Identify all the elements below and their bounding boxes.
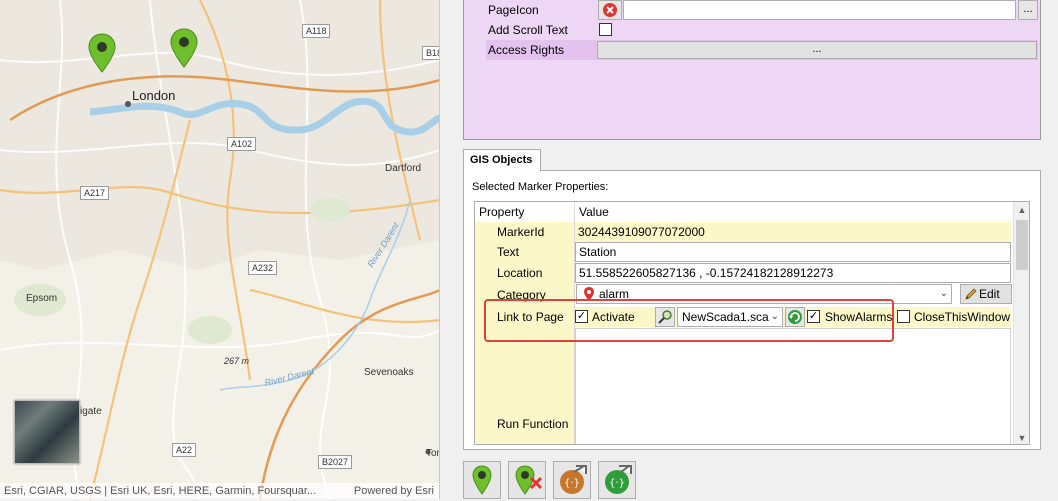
road-label-b18: B18 (422, 46, 439, 60)
category-value: alarm (599, 287, 630, 301)
export-script-icon: {·} (560, 465, 587, 494)
tab-gis-objects[interactable]: GIS Objects (463, 149, 541, 171)
link-to-page-label: Link to Page (497, 310, 564, 324)
road-label-a118: A118 (302, 24, 331, 38)
delete-marker-icon (515, 465, 543, 495)
add-marker-button[interactable] (463, 461, 501, 499)
edit-category-button[interactable]: Edit (960, 284, 1012, 304)
refresh-page-button[interactable] (785, 307, 805, 327)
scroll-up-icon[interactable]: ▲ (1014, 202, 1029, 218)
map-attribution: Esri, CGIAR, USGS | Esri UK, Esri, HERE,… (0, 483, 439, 499)
chevron-down-icon: ⌄ (770, 311, 779, 322)
access-rights-label: Access Rights (486, 40, 596, 60)
road-label-a217: A217 (80, 186, 110, 200)
header-property: Property (479, 205, 525, 219)
access-rights-button[interactable]: ... (597, 41, 1037, 59)
import-script-button[interactable]: {·} (598, 461, 636, 499)
category-label: Category (497, 288, 546, 302)
location-label: Location (497, 266, 543, 280)
text-field[interactable]: Station (575, 242, 1011, 262)
import-script-icon: {·} (605, 465, 632, 494)
road-label-a102: A102 (227, 137, 257, 151)
place-tonbridge: Ton (426, 448, 439, 459)
marker-id-label: MarkerId (497, 225, 545, 239)
find-page-button[interactable] (655, 307, 675, 327)
road-label-a232: A232 (248, 261, 278, 275)
road-label-b2027: B2027 (318, 455, 353, 469)
row-add-scroll-text: Add Scroll Text (486, 20, 1038, 40)
export-script-button[interactable]: {·} (553, 461, 591, 499)
activate-checkbox[interactable]: ✓ (575, 310, 588, 323)
place-sevenoaks: Sevenoaks (364, 367, 414, 378)
attribution-text: Esri, CGIAR, USGS | Esri UK, Esri, HERE,… (4, 485, 317, 497)
add-marker-icon (472, 465, 492, 495)
close-window-label: CloseThisWindow (914, 310, 1011, 324)
place-dartford: Dartford (385, 163, 422, 174)
browse-page-icon-button[interactable]: ... (1018, 0, 1038, 20)
link-to-page-row: ✓ Activate NewScada1.sca ⌄ ✓ ShowAlarms … (575, 307, 1011, 327)
page-select-value: NewScada1.sca (682, 310, 769, 324)
page-select[interactable]: NewScada1.sca ⌄ (677, 307, 783, 327)
header-value: Value (579, 205, 609, 219)
powered-by-esri: Powered by Esri (353, 485, 434, 497)
map-marker-icon[interactable] (88, 33, 116, 73)
basemap-switcher[interactable] (14, 400, 80, 464)
page-icon-label: PageIcon (488, 3, 539, 17)
section-title: Selected Marker Properties: (472, 181, 609, 193)
run-function-editor[interactable] (575, 328, 1011, 444)
scroll-down-icon[interactable]: ▼ (1014, 430, 1029, 444)
clear-page-icon-button[interactable] (598, 0, 622, 20)
clear-icon (603, 3, 617, 17)
svg-text:{·}: {·} (564, 478, 580, 489)
row-access-rights: Access Rights ... (486, 40, 1038, 60)
place-london: London (132, 88, 176, 103)
marker-property-grid: Property Value MarkerId 3024439109077072… (474, 201, 1030, 445)
grid-margin (475, 222, 489, 444)
row-page-icon: PageIcon ... (486, 0, 1038, 20)
location-field[interactable]: 51.558522605827136 , -0.1572418212891227… (575, 263, 1011, 283)
refresh-icon (788, 310, 802, 324)
map-view[interactable]: A118 B18 A102 A217 A232 A22 B2027 London… (0, 0, 440, 499)
pencil-icon (965, 288, 977, 300)
search-icon (658, 310, 672, 324)
chevron-down-icon: ⌄ (939, 288, 948, 299)
add-scroll-text-checkbox[interactable] (599, 23, 612, 36)
page-properties-panel: PageIcon ... Add Scroll Text Access Righ… (463, 0, 1041, 140)
road-label-a22: A22 (172, 443, 197, 457)
edit-label: Edit (979, 287, 1000, 301)
category-select[interactable]: alarm ⌄ (576, 284, 952, 304)
text-label: Text (497, 245, 520, 259)
activate-label: Activate (592, 310, 635, 324)
spot-height: 267 m (224, 356, 250, 366)
show-alarms-checkbox[interactable]: ✓ (807, 310, 820, 323)
place-reigate: igate (80, 406, 102, 417)
location-pin-icon (584, 287, 594, 301)
gis-objects-panel: Selected Marker Properties: Property Val… (463, 170, 1041, 450)
page-icon-field[interactable] (623, 0, 1016, 20)
svg-text:{·}: {·} (609, 478, 625, 489)
show-alarms-label: ShowAlarms (825, 310, 893, 324)
grid-scrollbar[interactable]: ▲ ▼ (1013, 202, 1029, 444)
map-marker-icon[interactable] (170, 28, 198, 68)
close-window-checkbox[interactable] (897, 310, 910, 323)
add-scroll-text-label: Add Scroll Text (488, 23, 568, 37)
marker-id-value: 3024439109077072000 (575, 222, 1011, 242)
delete-marker-button[interactable] (508, 461, 546, 499)
place-epsom: Epsom (26, 293, 58, 304)
scroll-thumb[interactable] (1016, 220, 1028, 270)
run-function-label: Run Function (497, 417, 569, 431)
